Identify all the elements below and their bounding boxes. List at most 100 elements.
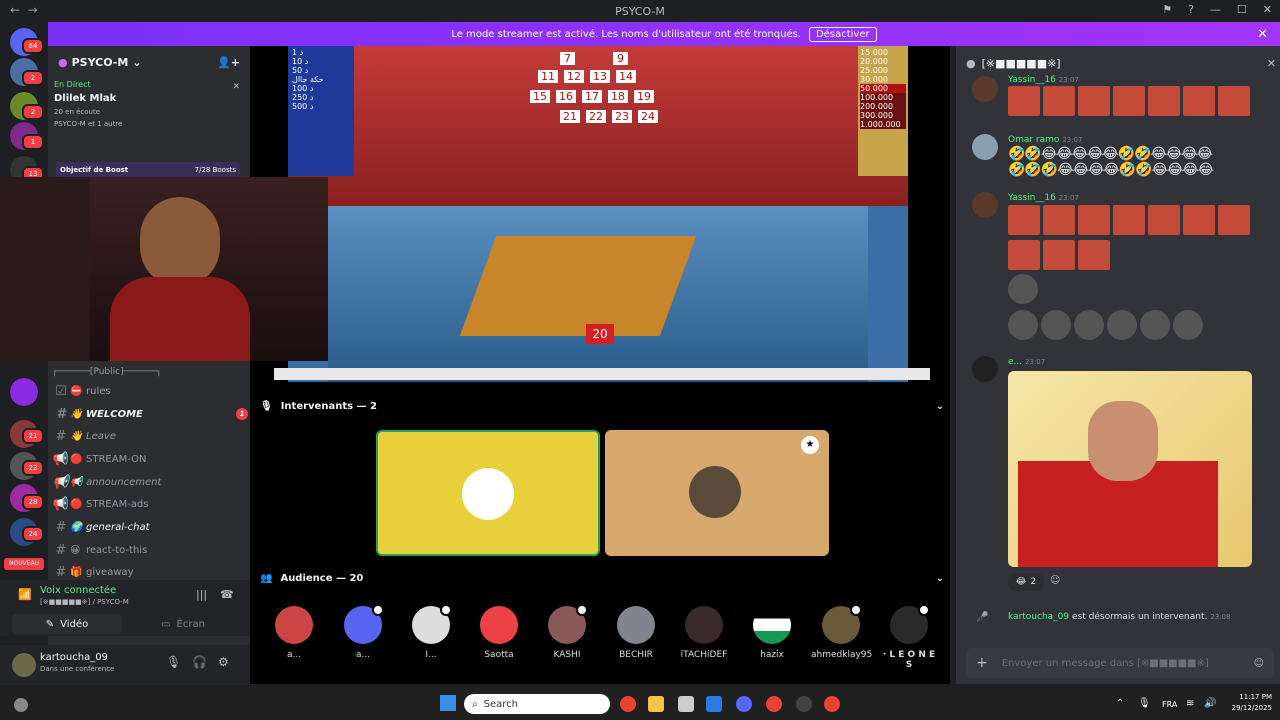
widgets-icon[interactable] (14, 698, 28, 712)
store-icon[interactable] (678, 696, 694, 712)
chevron-down-icon[interactable]: ⌄ (936, 573, 944, 584)
avatar (890, 604, 930, 644)
audience-member[interactable]: ahmedklay95 (811, 604, 872, 660)
channel-announcement[interactable]: 📢 📢 announcement (52, 472, 248, 492)
language-indicator[interactable]: FRA (1162, 700, 1177, 709)
close-button[interactable]: ✕ (1263, 3, 1272, 16)
audience-member[interactable]: BECHIR (606, 606, 666, 660)
channel-leave[interactable]: # 👋 Leave (52, 426, 248, 446)
settings-gear-icon[interactable]: ⚙ (218, 655, 229, 669)
audience-member[interactable]: KASHI (537, 604, 597, 660)
disable-streamer-button[interactable]: Désactiver (809, 26, 877, 42)
minimize-button[interactable]: — (1210, 3, 1221, 16)
server-header[interactable]: ● PSYCO-M ⌄ 👤+ (48, 46, 250, 78)
category-public[interactable]: ┌──────[Public]──────┐ (52, 362, 248, 382)
channel-general-chat[interactable]: # 🌍 general-chat (52, 517, 248, 537)
emoji-picker-icon[interactable]: ☺ (1254, 658, 1264, 669)
speakers-header[interactable]: 🎙 Intervenants — 2 ⌄ (260, 396, 944, 416)
emote-image (1113, 205, 1145, 235)
audience-member[interactable]: I... (401, 604, 461, 660)
emote-image (1043, 240, 1075, 270)
taskbar-search[interactable]: ⌕ Search (464, 694, 610, 714)
audience-member[interactable]: hazix (742, 606, 802, 660)
avatar (822, 604, 862, 644)
emote-image (1218, 86, 1250, 116)
emote-image (1140, 310, 1170, 340)
title-bar: ← → PSYCO-M ⚑ ? — ☐ ✕ (0, 0, 1280, 22)
audience-member[interactable]: a... (333, 604, 393, 660)
back-arrow-icon[interactable]: ← → (10, 3, 38, 17)
channel-rules[interactable]: ☑ ⛔ rules (52, 381, 248, 401)
avatar[interactable] (972, 356, 998, 382)
add-reaction-icon[interactable]: ☺ (1050, 575, 1060, 586)
avatar[interactable] (972, 134, 998, 160)
close-banner-icon[interactable]: ✕ (1257, 27, 1268, 42)
windows-start-icon[interactable] (440, 695, 456, 711)
channel-stream-ads[interactable]: 📢 🔴 STREAM-ads (52, 494, 248, 514)
channel-giveaway[interactable]: # 🎁 giveaway (52, 562, 248, 582)
audience-header[interactable]: 👥 Audience — 20 ⌄ (260, 568, 944, 588)
avatar[interactable] (12, 653, 36, 677)
microphone-icon[interactable]: 🎙 (166, 655, 181, 669)
voice-location[interactable]: [※■■■■■※] / PSYCO-M (40, 598, 129, 606)
app-icon[interactable] (796, 696, 812, 712)
stream-video[interactable]: 1 د 10 د 50 د حكة جاال 100 د 250 د 500 د 15.00… (288, 46, 908, 382)
screen-icon: ▭ (161, 618, 171, 630)
chrome-icon[interactable] (766, 696, 782, 712)
boost-goal-bar[interactable]: Objectif de Boost 7/28 Boosts (56, 162, 240, 178)
audience-member[interactable]: iTACHiDEF (674, 606, 734, 660)
avatar[interactable] (972, 192, 998, 218)
noise-suppression-icon[interactable]: ||| (196, 588, 207, 601)
audience-member[interactable]: a... (264, 606, 324, 660)
chrome-icon[interactable] (824, 696, 840, 712)
speaker-tile[interactable]: ★ (605, 430, 829, 556)
message-author[interactable]: Yassin__16 23:07 (1008, 75, 1079, 85)
file-explorer-icon[interactable] (648, 696, 664, 712)
message-author[interactable]: Omar ramo 23:07 (1008, 135, 1082, 145)
chrome-icon[interactable] (620, 696, 636, 712)
disconnect-icon[interactable]: ☎ (220, 588, 234, 601)
channel-react-to-this[interactable]: # 😀 react-to-this (52, 540, 248, 560)
chevron-down-icon[interactable]: ⌄ (936, 401, 944, 412)
inbox-icon[interactable]: ⚑ (1162, 3, 1172, 16)
close-icon[interactable]: ✕ (1267, 57, 1276, 70)
emote-row (1008, 86, 1250, 116)
emote-image (1078, 86, 1110, 116)
left-prize-board: 1 د 10 د 50 د حكة جاال 100 د 250 د 500 د (288, 46, 354, 176)
chevron-up-icon[interactable]: ⌃ (1116, 698, 1124, 709)
wifi-icon[interactable]: ≋ (1186, 698, 1194, 709)
help-icon[interactable]: ? (1188, 3, 1194, 16)
gif-attachment[interactable] (1008, 371, 1252, 567)
channel-stream-on[interactable]: 📢 🔴 STREAM-ON (52, 449, 248, 469)
message-author[interactable]: e... 23:07 (1008, 357, 1045, 367)
os-taskbar (0, 688, 1280, 720)
clock-date: 29/12/2025 (1231, 704, 1272, 712)
live-event-card[interactable]: En Direct Dlilek Mlak 20 en écoute PSYCO… (54, 80, 244, 150)
box-numbers-row4: 21 22 23 24 (560, 110, 658, 123)
speaker-tile[interactable] (376, 430, 600, 556)
microphone-icon[interactable]: 🎙 (1138, 698, 1151, 709)
close-icon[interactable]: ✕ (232, 82, 240, 92)
box-numbers-row2: 11 12 13 14 (538, 70, 636, 83)
channel-welcome[interactable]: # 👋 WELCOME 1 (52, 404, 248, 424)
discord-icon[interactable] (736, 696, 752, 712)
avatar[interactable] (972, 76, 998, 102)
screen-share-button[interactable]: ▭ Écran (128, 614, 238, 634)
message-author[interactable]: Yassin__16 23:07 (1008, 193, 1079, 203)
volume-icon[interactable]: 🔊 (1204, 698, 1216, 709)
audience-member[interactable]: · L E O N E S (879, 604, 939, 670)
chat-message-input[interactable]: + Envoyer un message dans [※■■■■■※] ☺ (966, 648, 1274, 678)
add-attachment-icon[interactable]: + (976, 655, 988, 671)
server-icon[interactable] (10, 378, 38, 406)
emote-image (1173, 310, 1203, 340)
mail-icon[interactable] (706, 696, 722, 712)
emote-row (1008, 240, 1110, 270)
maximize-button[interactable]: ☐ (1237, 3, 1247, 16)
audience-member[interactable]: Saotta (469, 606, 529, 660)
clock[interactable]: 11:17 PM 29/12/2025 (1222, 692, 1272, 714)
reaction-button[interactable]: 😂 2 (1008, 573, 1044, 591)
headphones-icon[interactable]: 🎧 (192, 655, 207, 669)
add-member-icon[interactable]: 👤+ (217, 56, 240, 69)
channel-emoji-icon: 🎁 (70, 566, 83, 578)
video-button[interactable]: ✎ Vidéo (12, 614, 122, 634)
